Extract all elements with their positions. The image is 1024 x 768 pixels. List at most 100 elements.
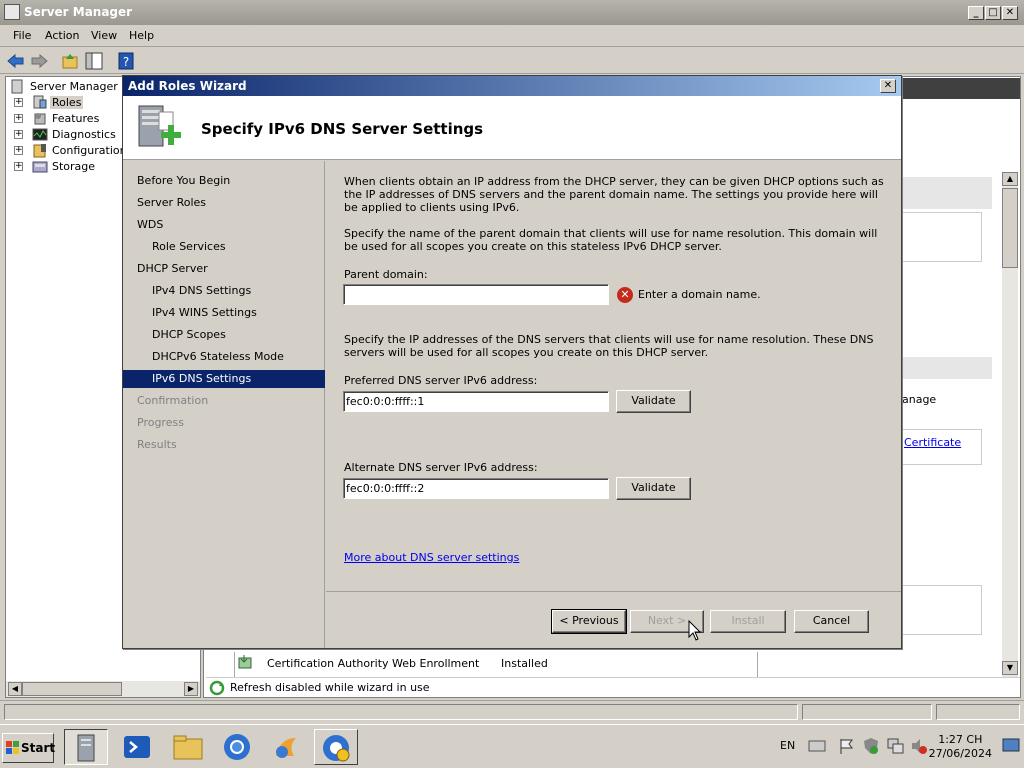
table-row[interactable]: Certification Authority Web Enrollment I… — [234, 652, 758, 678]
menu-view[interactable]: View — [91, 29, 117, 42]
show-hide-console-tree-icon[interactable] — [84, 51, 104, 71]
nav-server-roles[interactable]: Server Roles — [123, 194, 325, 212]
parent-domain-label: Parent domain: — [344, 268, 428, 281]
storage-icon — [32, 161, 48, 173]
nav-dhcpv6-stateless-mode[interactable]: DHCPv6 Stateless Mode — [123, 348, 325, 366]
bg-panel-1 — [900, 177, 992, 209]
role-service-status: Installed — [501, 657, 548, 670]
folder-icon — [173, 735, 203, 760]
taskbar-app-flame[interactable] — [264, 729, 308, 765]
start-label: Start — [21, 741, 56, 755]
tree-label: Features — [52, 112, 100, 125]
taskbar-server-manager[interactable] — [64, 729, 108, 765]
role-service-icon — [238, 655, 252, 669]
roles-icon — [33, 95, 47, 109]
menu-bar: File Action View Help — [0, 25, 1024, 47]
intro-text: When clients obtain an IP address from t… — [344, 175, 884, 214]
status-message: Refresh disabled while wizard in use — [230, 681, 430, 694]
server-manager-icon — [11, 79, 23, 94]
parent-domain-error: Enter a domain name. — [638, 288, 761, 301]
certificate-link[interactable]: Certificate — [904, 436, 961, 449]
diagnostics-icon — [32, 128, 48, 141]
expand-icon[interactable]: + — [14, 130, 23, 139]
preferred-dns-input[interactable] — [343, 391, 609, 412]
bg-panel-box-1 — [900, 212, 982, 262]
parent-domain-input[interactable] — [343, 284, 609, 305]
show-desktop-icon[interactable] — [1002, 737, 1020, 753]
network-icon[interactable] — [886, 737, 904, 755]
clock-time: 1:27 CH — [938, 733, 983, 746]
language-indicator[interactable]: EN — [780, 739, 795, 752]
tree-label: Diagnostics — [52, 128, 116, 141]
more-about-dns-link[interactable]: More about DNS server settings — [344, 551, 519, 564]
tree-root-label: Server Manager (W — [30, 80, 137, 93]
bg-panel-box-3 — [900, 585, 982, 635]
menu-help[interactable]: Help — [129, 29, 154, 42]
expand-icon[interactable]: + — [14, 146, 23, 155]
start-button[interactable]: Start — [2, 733, 56, 763]
security-shield-icon[interactable] — [862, 737, 880, 755]
maximize-button[interactable]: □ — [985, 6, 1001, 20]
taskbar-chrome[interactable] — [216, 729, 260, 765]
wizard-close-button[interactable]: ✕ — [880, 79, 896, 93]
taskbar-explorer[interactable] — [166, 729, 210, 765]
minimize-button[interactable]: _ — [968, 6, 984, 20]
window-title: Server Manager — [24, 5, 133, 19]
install-button[interactable]: Install — [710, 610, 786, 633]
keyboard-icon[interactable] — [808, 737, 826, 753]
nav-before-you-begin[interactable]: Before You Begin — [123, 172, 325, 190]
nav-ipv4-wins-settings[interactable]: IPv4 WINS Settings — [123, 304, 325, 322]
back-arrow-icon[interactable] — [6, 51, 26, 71]
app-icon — [276, 738, 296, 758]
nav-ipv6-dns-settings[interactable]: IPv6 DNS Settings — [123, 370, 325, 388]
status-strip: Refresh disabled while wizard in use — [206, 677, 1020, 697]
powershell-icon — [124, 736, 150, 758]
taskbar-chrome-profile[interactable] — [314, 729, 358, 765]
nav-wds[interactable]: WDS — [123, 216, 325, 234]
help-icon[interactable]: ? — [116, 51, 136, 71]
svg-text:?: ? — [123, 55, 129, 69]
menu-action[interactable]: Action — [45, 29, 79, 42]
wizard-content: When clients obtain an IP address from t… — [326, 161, 901, 591]
mouse-cursor-icon — [688, 620, 702, 641]
clock[interactable]: 1:27 CH 27/06/2024 — [929, 733, 992, 761]
up-folder-icon[interactable] — [60, 51, 80, 71]
wizard-banner: Specify IPv6 DNS Server Settings — [123, 96, 901, 160]
status-bar — [0, 700, 1024, 722]
nav-ipv4-dns-settings[interactable]: IPv4 DNS Settings — [123, 282, 325, 300]
forward-arrow-icon[interactable] — [29, 51, 49, 71]
toolbar: ? — [0, 48, 1024, 74]
nav-role-services[interactable]: Role Services — [123, 238, 325, 256]
preferred-dns-label: Preferred DNS server IPv6 address: — [344, 374, 538, 387]
parent-domain-description: Specify the name of the parent domain th… — [344, 227, 878, 253]
cancel-button[interactable]: Cancel — [794, 610, 869, 633]
server-manager-app-icon — [4, 4, 20, 20]
taskbar: Start EN 1:27 CH 27/06/2024 — [0, 724, 1024, 768]
tree-horizontal-scrollbar[interactable]: ◀ ▶ — [6, 681, 200, 697]
nav-progress: Progress — [137, 416, 184, 429]
details-vertical-scrollbar[interactable]: ▲ ▼ — [1002, 172, 1018, 677]
expand-icon[interactable]: + — [14, 162, 23, 171]
expand-icon[interactable]: + — [14, 114, 23, 123]
alternate-dns-input[interactable] — [343, 478, 609, 499]
tree-label: Configuration — [52, 144, 127, 157]
role-service-name: Certification Authority Web Enrollment — [267, 657, 480, 670]
expand-icon[interactable]: + — [14, 98, 23, 107]
wizard-title: Add Roles Wizard — [128, 79, 247, 93]
nav-dhcp-scopes[interactable]: DHCP Scopes — [123, 326, 325, 344]
flag-icon[interactable] — [838, 737, 856, 755]
chromium-icon — [224, 734, 250, 760]
server-manager-icon — [77, 734, 95, 762]
volume-muted-icon[interactable] — [910, 737, 928, 755]
menu-file[interactable]: File — [13, 29, 31, 42]
validate-alternate-button[interactable]: Validate — [616, 477, 691, 500]
close-button[interactable]: ✕ — [1002, 6, 1018, 20]
nav-dhcp-server[interactable]: DHCP Server — [123, 260, 325, 278]
taskbar-powershell[interactable] — [116, 729, 160, 765]
title-bar: Server Manager _ □ ✕ — [0, 0, 1024, 25]
previous-button[interactable]: < Previous — [551, 609, 627, 634]
wizard-heading: Specify IPv6 DNS Server Settings — [201, 120, 484, 138]
validate-preferred-button[interactable]: Validate — [616, 390, 691, 413]
bg-panel-box-2: Certificate — [900, 429, 982, 465]
configuration-icon — [33, 144, 46, 158]
